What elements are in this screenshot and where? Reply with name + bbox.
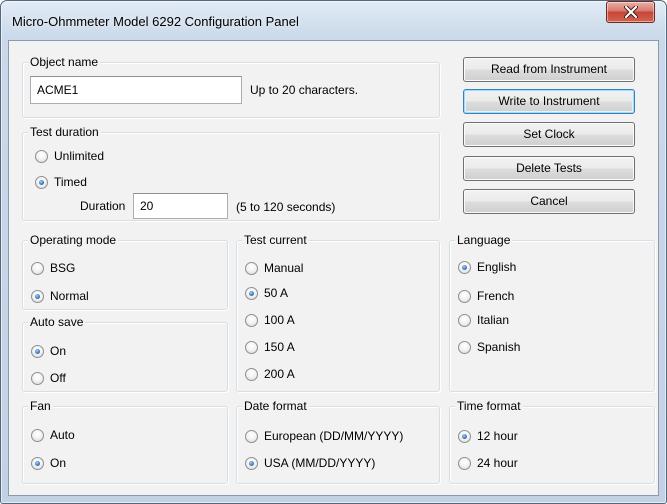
language-option-french[interactable]: French (458, 288, 514, 304)
auto-save-option-on[interactable]: On (31, 343, 66, 359)
write-to-instrument-button[interactable]: Write to Instrument (463, 89, 635, 114)
duration-hint: (5 to 120 seconds) (236, 200, 336, 214)
auto-save-label: Auto save (28, 314, 86, 330)
duration-input[interactable] (133, 193, 228, 219)
date-format-option-usa[interactable]: USA (MM/DD/YYYY) (245, 455, 375, 471)
fan-option-auto[interactable]: Auto (31, 427, 75, 443)
language-option-spanish[interactable]: Spanish (458, 339, 520, 355)
fan-label: Fan (28, 398, 53, 414)
radio-button[interactable] (245, 340, 258, 354)
option-label: Off (50, 371, 66, 385)
title-bar[interactable]: Micro-Ohmmeter Model 6292 Configuration … (0, 0, 667, 40)
window-title: Micro-Ohmmeter Model 6292 Configuration … (12, 14, 299, 29)
operating-mode-option-bsg[interactable]: BSG (31, 260, 75, 276)
language-group: Language English French Italian Spanish (449, 232, 655, 392)
radio-button[interactable] (31, 428, 44, 442)
operating-mode-option-normal[interactable]: Normal (31, 288, 89, 304)
set-clock-button[interactable]: Set Clock (463, 122, 635, 147)
option-label: French (477, 289, 515, 303)
fan-group: Fan Auto On (22, 398, 228, 484)
auto-save-option-off[interactable]: Off (31, 370, 66, 386)
option-label: European (DD/MM/YYYY) (264, 429, 404, 443)
language-label: Language (455, 232, 513, 248)
radio-button[interactable] (458, 340, 471, 354)
option-label: English (477, 260, 517, 274)
option-label: 50 A (264, 286, 289, 300)
option-label: Italian (477, 313, 510, 327)
dialog-window: Micro-Ohmmeter Model 6292 Configuration … (0, 0, 667, 504)
radio-button[interactable] (458, 260, 471, 274)
radio-button[interactable] (245, 261, 258, 275)
time-format-option-24-hour[interactable]: 24 hour (458, 455, 518, 471)
time-format-label: Time format (455, 398, 523, 414)
option-label: 100 A (264, 313, 295, 327)
object-name-hint: Up to 20 characters. (250, 83, 359, 97)
test-current-label: Test current (242, 232, 309, 248)
radio-button[interactable] (35, 175, 48, 189)
object-name-label: Object name (28, 54, 101, 70)
test-current-option-150a[interactable]: 150 A (245, 339, 295, 355)
radio-button[interactable] (31, 344, 44, 358)
delete-tests-button[interactable]: Delete Tests (463, 156, 635, 181)
date-format-option-european[interactable]: European (DD/MM/YYYY) (245, 428, 403, 444)
option-label: Normal (50, 289, 89, 303)
option-label: 12 hour (477, 429, 518, 443)
close-icon[interactable] (623, 6, 638, 18)
option-label: Manual (264, 261, 304, 275)
option-label: 24 hour (477, 456, 518, 470)
object-name-input[interactable] (30, 76, 242, 104)
option-label: Unlimited (54, 149, 105, 163)
radio-button[interactable] (31, 261, 44, 275)
option-label: Spanish (477, 340, 521, 354)
cancel-button[interactable]: Cancel (463, 189, 635, 214)
date-format-group: Date format European (DD/MM/YYYY) USA (M… (236, 398, 440, 484)
radio-button[interactable] (458, 456, 471, 470)
operating-mode-label: Operating mode (28, 232, 119, 248)
option-label: 200 A (264, 367, 295, 381)
language-option-italian[interactable]: Italian (458, 312, 509, 328)
language-option-english[interactable]: English (458, 259, 516, 275)
object-name-group: Object name Up to 20 characters. (22, 54, 440, 118)
option-label: On (50, 456, 67, 470)
radio-button[interactable] (458, 289, 471, 303)
test-current-option-manual[interactable]: Manual (245, 260, 303, 276)
date-format-label: Date format (242, 398, 309, 414)
time-format-group: Time format 12 hour 24 hour (449, 398, 655, 484)
option-label: Timed (54, 175, 87, 189)
radio-button[interactable] (31, 456, 44, 470)
radio-button[interactable] (31, 289, 44, 303)
option-label: BSG (50, 261, 76, 275)
time-format-option-12-hour[interactable]: 12 hour (458, 428, 518, 444)
radio-button[interactable] (245, 286, 258, 300)
test-current-group: Test current Manual 50 A 100 A 150 A 200… (236, 232, 440, 392)
fan-option-on[interactable]: On (31, 455, 66, 471)
radio-button[interactable] (31, 371, 44, 385)
read-from-instrument-button[interactable]: Read from Instrument (463, 57, 635, 82)
test-duration-option-unlimited[interactable]: Unlimited (35, 148, 104, 164)
option-label: On (50, 344, 67, 358)
test-duration-option-timed[interactable]: Timed (35, 174, 87, 190)
option-label: USA (MM/DD/YYYY) (264, 456, 376, 470)
radio-button[interactable] (245, 429, 258, 443)
radio-button[interactable] (245, 313, 258, 327)
operating-mode-group: Operating mode BSG Normal (22, 232, 228, 310)
radio-button[interactable] (458, 429, 471, 443)
client-area: Object name Up to 20 characters. Test du… (8, 40, 659, 496)
test-duration-label: Test duration (28, 124, 101, 140)
radio-button[interactable] (245, 367, 258, 381)
radio-button[interactable] (35, 149, 48, 163)
test-current-option-200a[interactable]: 200 A (245, 366, 295, 382)
radio-button[interactable] (245, 456, 258, 470)
test-current-option-50a[interactable]: 50 A (245, 285, 288, 301)
option-label: 150 A (264, 340, 295, 354)
radio-button[interactable] (458, 313, 471, 327)
close-button[interactable] (606, 1, 655, 23)
test-current-option-100a[interactable]: 100 A (245, 312, 295, 328)
option-label: Auto (50, 428, 75, 442)
test-duration-group: Test duration Unlimited Timed Duration (… (22, 124, 440, 221)
duration-label: Duration (80, 199, 126, 213)
auto-save-group: Auto save On Off (22, 314, 228, 392)
